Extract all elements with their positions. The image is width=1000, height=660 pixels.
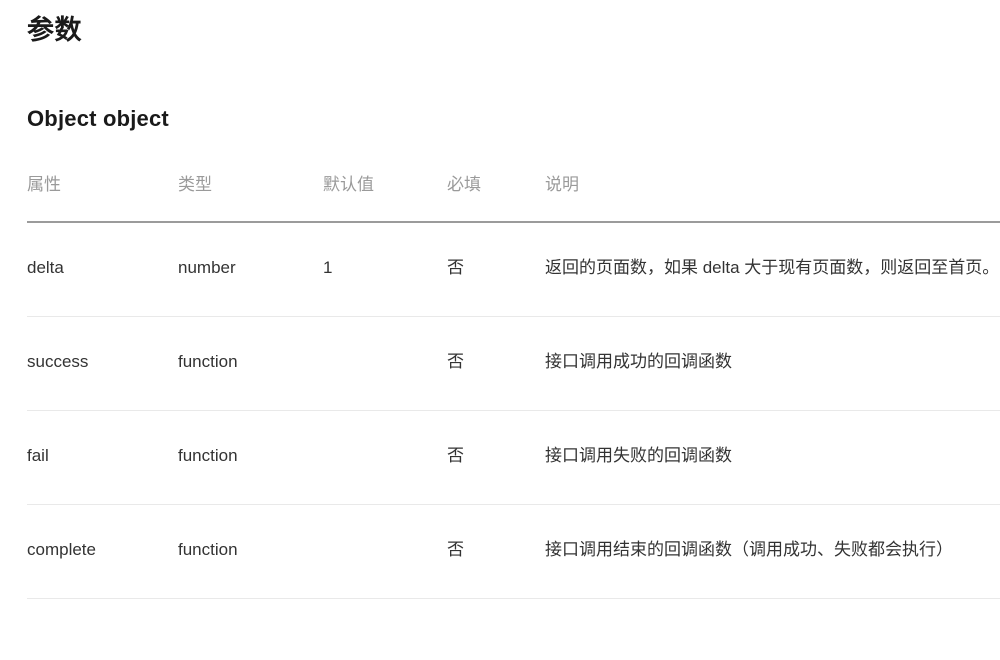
documentation-page: 参数 Object object 属性 类型 默认值 必填 说明 delta n… [0,0,1000,660]
cell-required: 否 [447,410,545,505]
cell-type: function [178,316,323,411]
cell-required: 否 [447,316,545,411]
column-header-description: 说明 [545,170,1000,223]
table-row: complete function 否 接口调用结束的回调函数（调用成功、失败都… [27,504,1000,599]
column-header-required: 必填 [447,170,545,223]
cell-default [323,410,447,505]
column-header-default: 默认值 [323,170,447,223]
cell-type: number [178,222,323,317]
cell-attribute: success [27,316,178,411]
cell-type: function [178,504,323,599]
table-body: delta number 1 否 返回的页面数，如果 delta 大于现有页面数… [27,222,1000,599]
cell-attribute: fail [27,410,178,505]
cell-description: 接口调用失败的回调函数 [545,410,1000,505]
cell-description: 接口调用成功的回调函数 [545,316,1000,411]
cell-required: 否 [447,222,545,317]
cell-attribute: complete [27,504,178,599]
table-header: 属性 类型 默认值 必填 说明 [27,170,1000,223]
table-header-row: 属性 类型 默认值 必填 说明 [27,170,1000,223]
page-title: 参数 [27,15,82,45]
column-header-type: 类型 [178,170,323,223]
cell-attribute: delta [27,222,178,317]
cell-required: 否 [447,504,545,599]
table-row: success function 否 接口调用成功的回调函数 [27,316,1000,411]
subsection-title: Object object [27,106,169,131]
cell-default [323,316,447,411]
parameters-table: 属性 类型 默认值 必填 说明 delta number 1 否 返回的页面数，… [27,170,1000,599]
column-header-attribute: 属性 [27,170,178,223]
cell-description: 返回的页面数，如果 delta 大于现有页面数，则返回至首页。 [545,222,1000,317]
cell-default: 1 [323,222,447,317]
cell-type: function [178,410,323,505]
cell-default [323,504,447,599]
cell-description: 接口调用结束的回调函数（调用成功、失败都会执行） [545,504,1000,599]
table-row: delta number 1 否 返回的页面数，如果 delta 大于现有页面数… [27,222,1000,317]
table-row: fail function 否 接口调用失败的回调函数 [27,410,1000,505]
